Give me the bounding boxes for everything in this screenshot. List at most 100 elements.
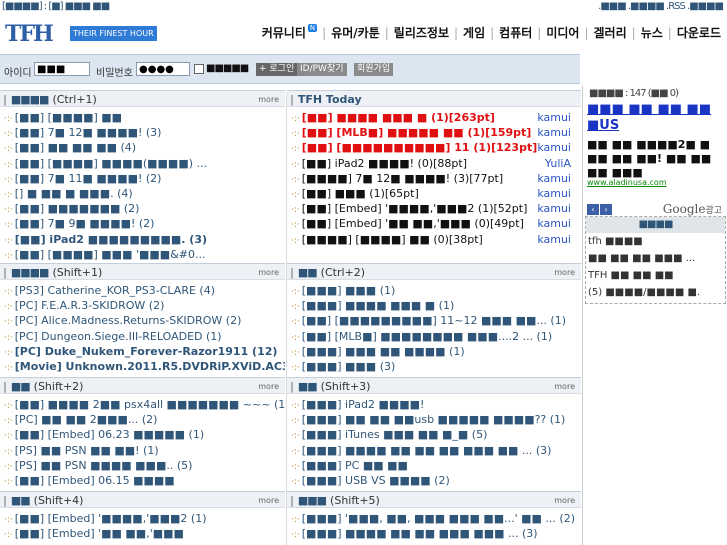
- list-item[interactable]: ·:· [■■] [MLB■] ■■■■■ ■■ (1)[159pt] kamui: [287, 125, 581, 140]
- list-item-title[interactable]: [■■] ■■■■ 2■■ psx4all ■■■■■■■ ~~~ (1): [15, 398, 285, 411]
- list-item-title[interactable]: [■■■] ■■■ (3): [302, 360, 396, 373]
- list-item-title[interactable]: [PS3] Catherine_KOR_PS3-CLARE (4): [15, 284, 215, 297]
- list-item-title[interactable]: [■■] [Embed] 06.23 ■■■■■ (1): [15, 428, 204, 441]
- list-item-title[interactable]: [PC] ■■ ■■ 2■■■... (2): [15, 413, 158, 426]
- list-item-title[interactable]: [■■] iPad2 ■■■■! (0)[88pt]: [302, 157, 467, 170]
- password-input[interactable]: [136, 62, 190, 76]
- remember-checkbox[interactable]: [194, 64, 204, 74]
- list-item-title[interactable]: [■■] ■■■■■■■ (2): [15, 202, 140, 215]
- list-item-title[interactable]: [■■] [MLB■] ■■■■■■■■ ■■■....2 ... (1): [302, 330, 552, 343]
- list-item-title[interactable]: [■■■■] [■■■■] ■■ (0)[38pt]: [302, 233, 483, 246]
- list-item[interactable]: ·:· [■■] 7■ 12■ ■■■■! (3): [0, 125, 285, 140]
- info-line[interactable]: tfh ■■■■: [586, 233, 725, 250]
- list-item[interactable]: ·:· [■■] ■■■■■■■ (2): [0, 201, 285, 216]
- more-link[interactable]: more: [258, 268, 279, 277]
- ad-url[interactable]: www.aladinusa.com: [587, 178, 667, 187]
- list-item-title[interactable]: [■■■] ■■■ ■■ ■■■■ (1): [302, 345, 465, 358]
- list-item[interactable]: ·:· [■■] [MLB■] ■■■■■■■■ ■■■....2 ... (1): [287, 329, 581, 344]
- nav-item[interactable]: 다운로드: [677, 26, 721, 40]
- list-item-title[interactable]: [■■■] ■■■■ ■■■ ■ (1): [302, 299, 454, 312]
- list-item[interactable]: ·:· [PS] ■■ PSN ■■■■ ■■■.. (5): [0, 458, 285, 473]
- list-item-title[interactable]: [■■] ■■ ■■ ■■ (4): [15, 141, 136, 154]
- list-item[interactable]: ·:· [■■] [Embed] '■■ ■■,'■■■: [0, 526, 285, 541]
- list-item[interactable]: ·:· [PC] F.E.A.R.3-SKIDROW (2): [0, 298, 285, 313]
- list-item[interactable]: ·:· [■■] [Embed] '■■■■,'■■■2 (1): [0, 511, 285, 526]
- info-line[interactable]: ■■ ■■ ■■ ■■■ ...: [586, 250, 725, 267]
- list-item-title[interactable]: [■■■] ■■■■ ■■ ■■ ■■ ■■■ ■■ ... (3): [302, 444, 552, 457]
- nav-item[interactable]: 뉴스: [641, 26, 663, 40]
- list-item-author[interactable]: kamui: [537, 186, 571, 201]
- list-item-title[interactable]: [■■] [MLB■] ■■■■■ ■■ (1)[159pt]: [302, 126, 532, 139]
- list-item-title[interactable]: [PS] ■■ PSN ■■ ■■! (1): [15, 444, 159, 457]
- list-item[interactable]: ·:· [■■] ■■■■ ■■■ ■ (1)[263pt] kamui: [287, 110, 581, 125]
- list-item-title[interactable]: [■■] ■■■■ ■■■ ■ (1)[263pt]: [302, 111, 495, 124]
- list-item[interactable]: ·:· [PC] Dungeon.Siege.III-RELOADED (1): [0, 329, 285, 344]
- list-item[interactable]: ·:· [Movie] Unknown.2011.R5.DVDRiP.XViD.A…: [0, 359, 285, 374]
- list-item[interactable]: ·:· [■■] iPad2 ■■■■! (0)[88pt] YuliA: [287, 156, 581, 171]
- panel-title[interactable]: | ■■■■ (Shift+1): [3, 266, 102, 279]
- panel-title[interactable]: | ■■ (Ctrl+2): [290, 266, 365, 279]
- list-item[interactable]: ·:· [■■] ■■ ■■ ■■ (4): [0, 140, 285, 155]
- list-item-author[interactable]: kamui: [537, 125, 571, 140]
- panel-title[interactable]: | ■■ (Shift+3): [290, 380, 370, 393]
- list-item[interactable]: ·:· [■■■] iPad2 ■■■■!: [287, 397, 581, 412]
- list-item[interactable]: ·:· [■■■] '■■■, ■■, ■■■ ■■■ ■■...' ■■ ...…: [287, 511, 581, 526]
- list-item-title[interactable]: [■■] [Embed] '■■■■,'■■■2 (1): [15, 512, 207, 525]
- list-item[interactable]: ·:· [■■] [■■■■] ■■■■(■■■■) ...: [0, 156, 285, 171]
- list-item[interactable]: ·:·[] ■ ■■ ■ ■■■. (4): [0, 186, 285, 201]
- panel-title[interactable]: | ■■■■ (Ctrl+1): [3, 93, 97, 106]
- list-item-author[interactable]: kamui: [537, 216, 571, 231]
- list-item-title[interactable]: [Movie] Unknown.2011.R5.DVDRiP.XViD.AC3-…: [15, 360, 285, 373]
- ad-prev-icon[interactable]: ‹: [587, 204, 599, 215]
- list-item-title[interactable]: [PC] Duke_Nukem_Forever-Razor1911 (12): [15, 345, 278, 358]
- list-item[interactable]: ·:· [■■] [Embed] '■■ ■■,'■■■ (0)[49pt] kam…: [287, 216, 581, 231]
- list-item-title[interactable]: [PC] F.E.A.R.3-SKIDROW (2): [15, 299, 165, 312]
- nav-item[interactable]: 유머/카툰: [331, 26, 380, 40]
- list-item-title[interactable]: [■■] [Embed] '■■■■,'■■■2 (1)[52pt]: [302, 202, 528, 215]
- list-item-author[interactable]: kamui: [537, 171, 571, 186]
- list-item-title[interactable]: [PC] Dungeon.Siege.III-RELOADED (1): [15, 330, 222, 343]
- ad-title[interactable]: ■■■ ■■ ■■ ■■ ■US: [587, 102, 722, 134]
- list-item[interactable]: ·:· [■■] 7■ 9■ ■■■■! (2): [0, 216, 285, 231]
- nav-item[interactable]: 게임: [463, 26, 485, 40]
- list-item-author[interactable]: kamui: [537, 110, 571, 125]
- list-item-author[interactable]: YuliA: [545, 156, 571, 171]
- panel-title[interactable]: | TFH Today: [290, 93, 362, 106]
- list-item[interactable]: ·:· [PC] ■■ ■■ 2■■■... (2): [0, 412, 285, 427]
- find-id-pw-button[interactable]: ID/PW찾기: [297, 63, 347, 76]
- list-item-author[interactable]: kamui: [537, 201, 571, 216]
- list-item[interactable]: ·:· [■■■■] [■■■■] ■■ (0)[38pt] kamui: [287, 232, 581, 247]
- list-item[interactable]: ·:· [■■■] USB VS ■■■■ (2): [287, 473, 581, 488]
- more-link[interactable]: more: [554, 496, 575, 505]
- list-item[interactable]: ·:· [PC] Alice.Madness.Returns-SKIDROW (2…: [0, 313, 285, 328]
- list-item-title[interactable]: [■■] [Embed] 06.15 ■■■■: [15, 474, 175, 487]
- list-item-title[interactable]: [■■] [■■■■] ■■■■(■■■■) ...: [15, 157, 207, 170]
- list-item[interactable]: ·:· [■■] iPad2 ■■■■■■■■■. (3): [0, 232, 285, 247]
- nav-item[interactable]: 컴퓨터: [499, 26, 532, 40]
- more-link[interactable]: more: [554, 268, 575, 277]
- panel-title[interactable]: | ■■ (Shift+4): [3, 494, 83, 507]
- list-item-title[interactable]: [■■■] '■■■, ■■, ■■■ ■■■ ■■...' ■■ ... (2…: [302, 512, 575, 525]
- info-line[interactable]: TFH ■■ ■■ ■■: [586, 267, 725, 284]
- list-item[interactable]: ·:· [■■■] ■■■■ ■■ ■■ ■■■ ■■■ ... (3): [287, 526, 581, 541]
- nav-item[interactable]: 겔러리: [594, 26, 627, 40]
- list-item[interactable]: ·:· [■■] [■■■■■■■■■■] 11 (1)[123pt] kamui: [287, 140, 581, 155]
- list-item[interactable]: ·:· [■■■] ■■■ ■■ ■■■■ (1): [287, 344, 581, 359]
- list-item[interactable]: ·:· [■■■] ■■■■ ■■ ■■ ■■ ■■■ ■■ ... (3): [287, 443, 581, 458]
- list-item[interactable]: ·:· [■■] ■■■ (1)[65pt] kamui: [287, 186, 581, 201]
- list-item[interactable]: ·:· [■■] ■■■■ 2■■ psx4all ■■■■■■■ ~~~ (1): [0, 397, 285, 412]
- site-logo[interactable]: TFH: [5, 21, 67, 47]
- list-item-title[interactable]: [■■] [■■■■■■■■■] 11~12 ■■■ ■■... (1): [302, 314, 566, 327]
- login-button[interactable]: + 로그인: [256, 63, 298, 76]
- list-item[interactable]: ·:· [■■■■] 7■ 12■ ■■■■! (3)[77pt] kamui: [287, 171, 581, 186]
- list-item-title[interactable]: [■■] [■■■■] ■■: [15, 111, 122, 124]
- list-item-title[interactable]: [■■■] iPad2 ■■■■!: [302, 398, 425, 411]
- list-item-title[interactable]: [■■■■] 7■ 12■ ■■■■! (3)[77pt]: [302, 172, 503, 185]
- list-item[interactable]: ·:· [PS3] Catherine_KOR_PS3-CLARE (4): [0, 283, 285, 298]
- nav-item[interactable]: 미디어: [546, 26, 579, 40]
- panel-title[interactable]: | ■■■ (Shift+5): [290, 494, 380, 507]
- list-item-title[interactable]: [■■] [■■■■] ■■■ '■■■&#0...: [15, 248, 206, 261]
- list-item-title[interactable]: [■■] [Embed] '■■ ■■,'■■■ (0)[49pt]: [302, 217, 524, 230]
- list-item-title[interactable]: [■■■] PC ■■ ■■: [302, 459, 408, 472]
- id-input[interactable]: [34, 62, 90, 76]
